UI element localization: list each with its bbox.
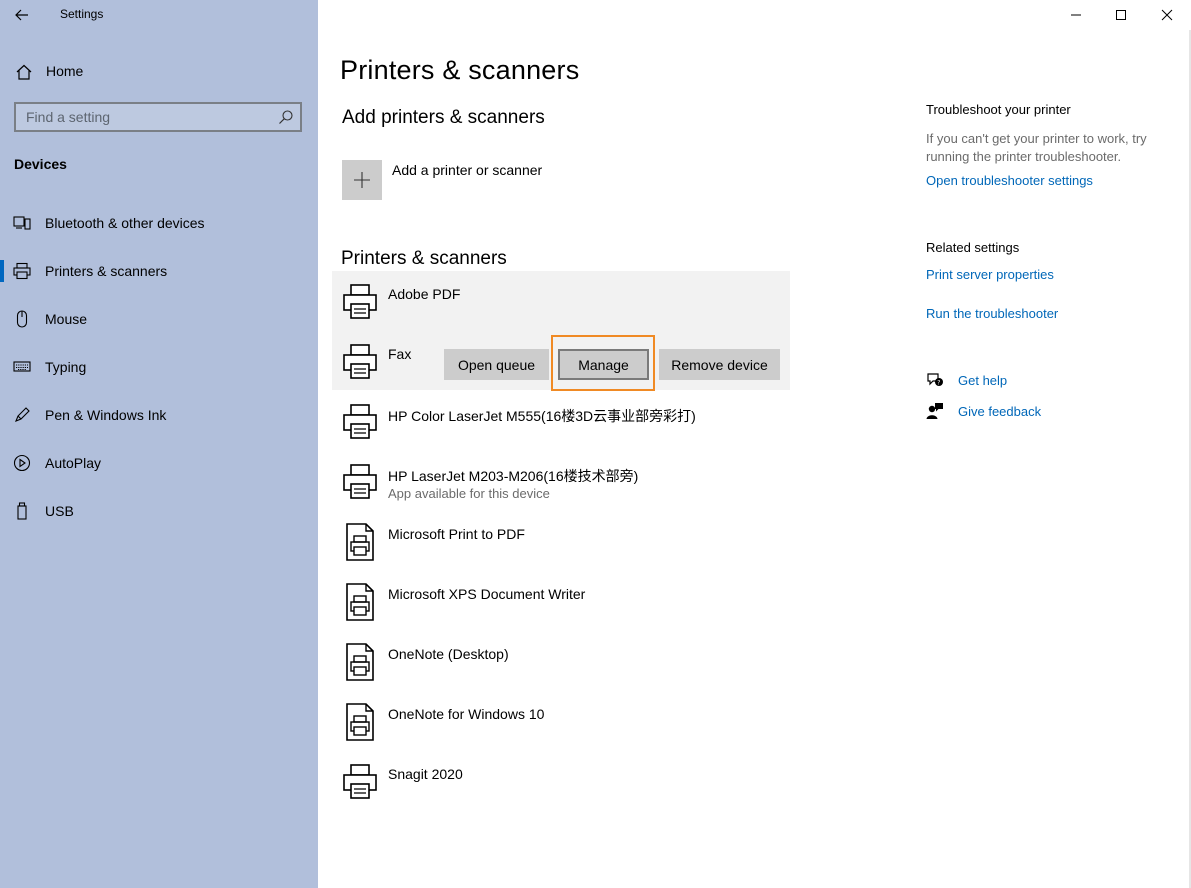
search-input[interactable]: [16, 104, 266, 130]
document-printer-icon: [342, 642, 378, 682]
close-button[interactable]: [1144, 0, 1190, 30]
printer-icon: [342, 282, 378, 322]
device-name: Fax: [388, 346, 412, 362]
document-printer-icon: [342, 522, 378, 562]
document-printer-icon: [342, 702, 378, 742]
sidebar-item-label: AutoPlay: [45, 455, 102, 471]
section-label: Devices: [14, 156, 67, 172]
device-subtitle: App available for this device: [388, 486, 550, 501]
sidebar: Settings Home Devices Bluetooth & other …: [0, 0, 318, 888]
printer-icon: [13, 262, 31, 280]
related-settings-header: Related settings: [926, 240, 1020, 255]
troubleshoot-header: Troubleshoot your printer: [926, 102, 1071, 117]
device-name: OneNote for Windows 10: [388, 706, 545, 722]
device-item[interactable]: Snagit 2020: [332, 752, 790, 812]
printer-icon: [342, 402, 378, 442]
sidebar-item-usb[interactable]: USB: [0, 490, 318, 530]
device-item[interactable]: Microsoft XPS Document Writer: [332, 572, 790, 632]
minimize-button[interactable]: [1053, 0, 1099, 30]
sidebar-item-label: USB: [45, 503, 74, 519]
maximize-button[interactable]: [1098, 0, 1144, 30]
sidebar-item-pen[interactable]: Pen & Windows Ink: [0, 394, 318, 434]
add-printer-label[interactable]: Add a printer or scanner: [392, 162, 542, 178]
document-printer-icon: [342, 582, 378, 622]
printer-icon: [342, 762, 378, 802]
device-item[interactable]: Microsoft Print to PDF: [332, 512, 790, 572]
svg-text:?: ?: [937, 380, 940, 387]
printer-icon: [342, 462, 378, 502]
plus-icon: [354, 172, 370, 188]
maximize-icon: [1116, 10, 1126, 20]
device-name: HP Color LaserJet M555(16楼3D云事业部旁彩打): [388, 408, 696, 424]
pen-icon: [15, 407, 30, 422]
help-icon: ?: [927, 373, 943, 387]
sidebar-item-autoplay[interactable]: AutoPlay: [0, 442, 318, 482]
device-name: OneNote (Desktop): [388, 646, 509, 662]
search-icon[interactable]: [278, 109, 294, 125]
app-title: Settings: [60, 7, 104, 21]
minimize-icon: [1071, 14, 1081, 16]
feedback-icon: [926, 403, 943, 419]
sidebar-item-label: Bluetooth & other devices: [45, 215, 205, 231]
troubleshoot-text: If you can't get your printer to work, t…: [926, 131, 1147, 164]
back-button[interactable]: [8, 2, 36, 28]
mouse-icon: [16, 310, 28, 328]
close-icon: [1161, 9, 1173, 21]
bluetooth-devices-icon: [13, 216, 31, 230]
device-name: HP LaserJet M203-M206(16楼技术部旁): [388, 468, 639, 484]
printer-icon: [342, 342, 378, 382]
sidebar-item-label: Typing: [45, 359, 87, 375]
get-help-link[interactable]: Get help: [958, 373, 1007, 388]
sidebar-item-mouse[interactable]: Mouse: [0, 298, 318, 338]
manage-button[interactable]: Manage: [558, 349, 649, 380]
open-troubleshooter-link[interactable]: Open troubleshooter settings: [926, 173, 1093, 188]
device-name: Snagit 2020: [388, 766, 463, 782]
sidebar-item-label: Home: [46, 63, 84, 79]
device-item[interactable]: OneNote (Desktop): [332, 632, 790, 692]
autoplay-icon: [13, 454, 31, 472]
sidebar-item-label: Printers & scanners: [45, 263, 168, 279]
device-name: Adobe PDF: [388, 286, 461, 302]
print-server-properties-link[interactable]: Print server properties: [926, 267, 1054, 282]
add-printers-header: Add printers & scanners: [342, 107, 545, 128]
back-arrow-icon: [15, 9, 28, 21]
sidebar-item-label: Pen & Windows Ink: [45, 407, 167, 423]
sidebar-item-bluetooth[interactable]: Bluetooth & other devices: [0, 202, 318, 242]
sidebar-item-home[interactable]: Home: [0, 54, 318, 88]
add-printer-button[interactable]: [342, 160, 382, 200]
sidebar-item-typing[interactable]: Typing: [0, 346, 318, 386]
title-bar: Settings: [0, 0, 318, 30]
usb-icon: [17, 502, 27, 520]
device-item[interactable]: Adobe PDF: [332, 272, 790, 332]
device-item[interactable]: OneNote for Windows 10: [332, 692, 790, 752]
keyboard-icon: [13, 361, 31, 372]
printers-list-header: Printers & scanners: [341, 248, 507, 269]
sidebar-item-label: Mouse: [45, 311, 88, 327]
remove-device-button[interactable]: Remove device: [659, 349, 780, 380]
search-box[interactable]: [14, 102, 302, 132]
give-feedback-link[interactable]: Give feedback: [958, 404, 1041, 419]
device-name: Microsoft Print to PDF: [388, 526, 525, 542]
device-item[interactable]: HP Color LaserJet M555(16楼3D云事业部旁彩打): [332, 392, 790, 452]
run-troubleshooter-link[interactable]: Run the troubleshooter: [926, 306, 1058, 321]
page-title: Printers & scanners: [340, 55, 580, 85]
sidebar-item-printers[interactable]: Printers & scanners: [0, 250, 318, 290]
device-item[interactable]: HP LaserJet M203-M206(16楼技术部旁) App availa…: [332, 452, 790, 512]
open-queue-button[interactable]: Open queue: [444, 349, 549, 380]
home-icon: [16, 64, 32, 80]
device-name: Microsoft XPS Document Writer: [388, 586, 586, 602]
